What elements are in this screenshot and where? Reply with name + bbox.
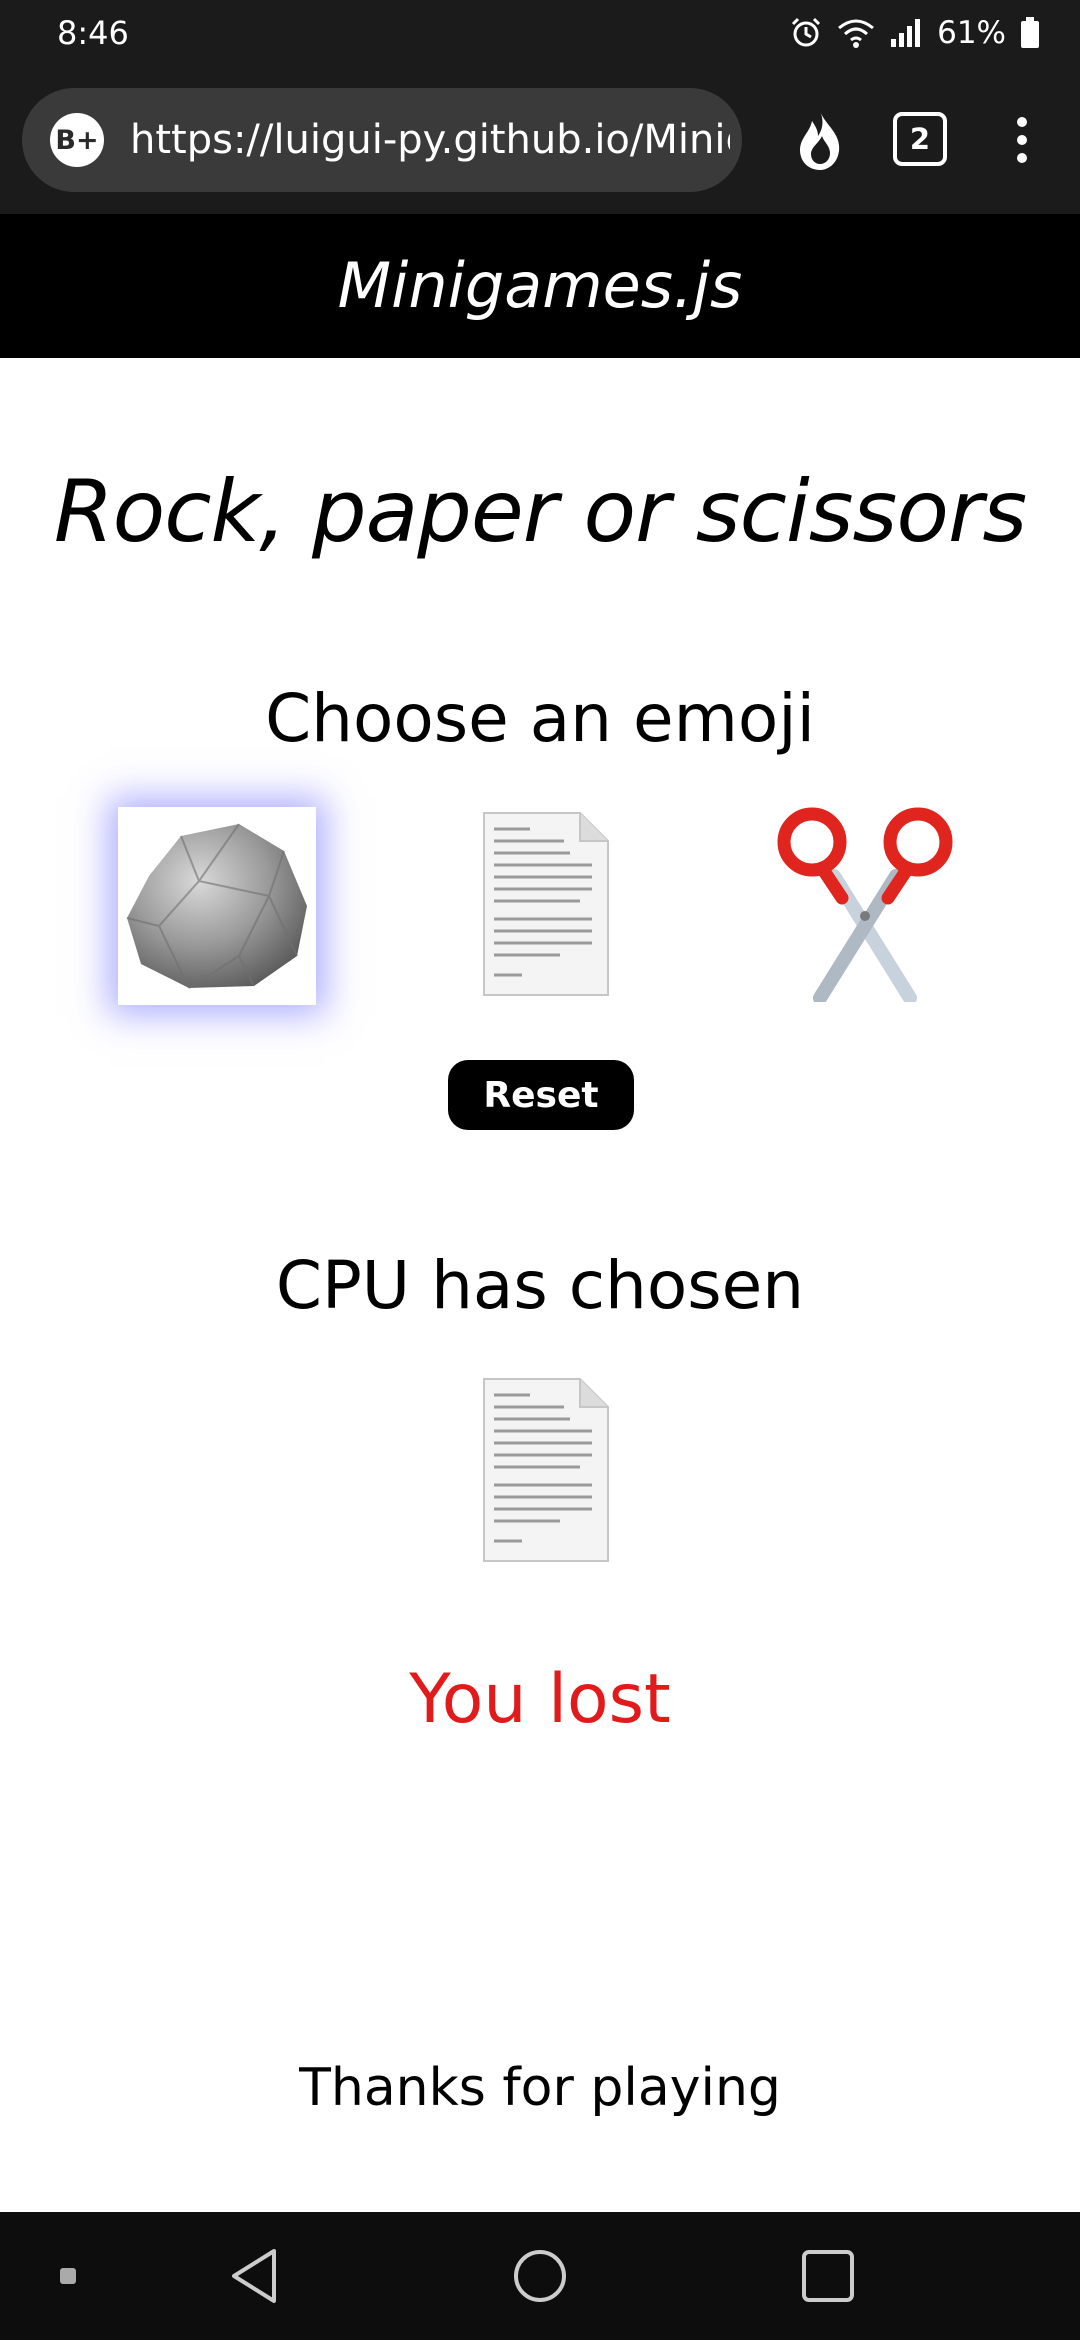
battery-icon (1020, 17, 1040, 49)
site-badge-icon[interactable]: B+ (50, 113, 104, 167)
nav-dot-icon[interactable] (40, 2212, 96, 2340)
paper-icon (460, 809, 620, 1003)
scissors-icon (770, 806, 960, 1006)
site-header: Minigames.js (0, 214, 1080, 358)
page-title: Rock, paper or scissors (53, 462, 1027, 562)
signal-icon (889, 17, 923, 49)
paper-icon (460, 1375, 620, 1569)
status-time: 8:46 (57, 14, 129, 52)
choice-paper[interactable] (441, 807, 639, 1005)
battery-percent: 61% (937, 15, 1006, 51)
alarm-icon (789, 16, 823, 50)
cpu-choice (441, 1373, 639, 1571)
choice-rock[interactable] (118, 807, 316, 1005)
home-icon[interactable] (496, 2212, 584, 2340)
cpu-heading: CPU has chosen (275, 1247, 805, 1324)
wifi-icon (837, 17, 875, 49)
browser-toolbar: B+ https://luigui-py.github.io/Minigames… (0, 66, 1080, 214)
url-text[interactable]: https://luigui-py.github.io/Minigames.js… (130, 88, 730, 192)
more-options-icon[interactable] (1002, 110, 1042, 170)
reset-button[interactable]: Reset (448, 1060, 634, 1130)
address-bar[interactable]: B+ https://luigui-py.github.io/Minigames… (22, 88, 742, 192)
status-bar: 8:46 61% (0, 0, 1080, 66)
status-icons: 61% (789, 12, 1040, 54)
back-icon[interactable] (212, 2212, 296, 2340)
result-text: You lost (409, 1660, 671, 1739)
rock-icon (119, 806, 315, 1006)
navigation-bar (0, 2212, 1080, 2340)
flame-icon[interactable] (790, 106, 850, 174)
recents-icon[interactable] (786, 2212, 870, 2340)
choose-heading: Choose an emoji (265, 680, 815, 757)
footer-text: Thanks for playing (299, 2058, 781, 2118)
choice-scissors[interactable] (766, 807, 964, 1005)
tabs-count-button[interactable]: 2 (893, 112, 947, 166)
